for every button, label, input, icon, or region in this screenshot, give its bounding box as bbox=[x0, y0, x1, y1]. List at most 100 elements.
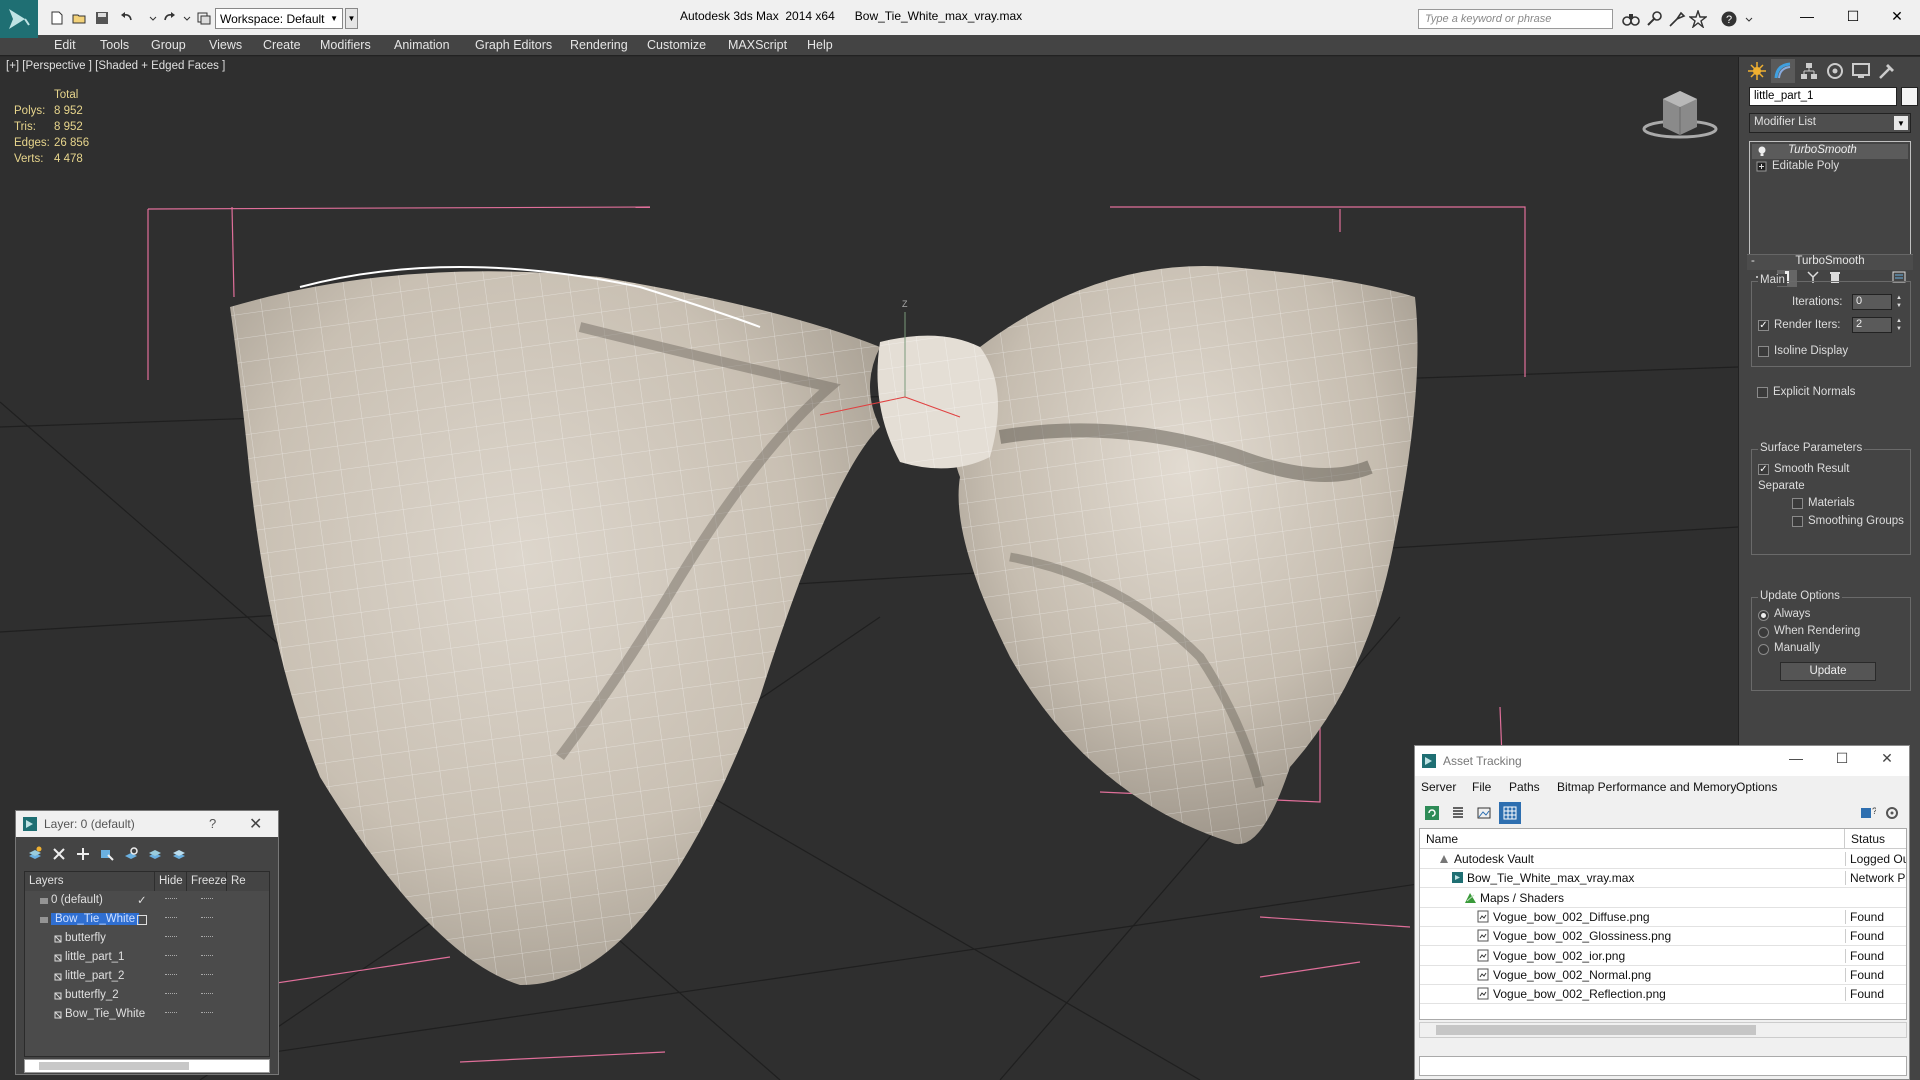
save-file-icon[interactable] bbox=[93, 9, 111, 27]
select-objects-button[interactable] bbox=[96, 843, 118, 865]
menu-group[interactable]: Group bbox=[151, 38, 186, 52]
asset-menu-server[interactable]: Server bbox=[1421, 780, 1456, 794]
freeze-toggle[interactable] bbox=[201, 993, 213, 996]
asset-row[interactable]: Autodesk Vault Logged Out bbox=[1420, 850, 1906, 869]
current-layer-box-icon[interactable] bbox=[137, 915, 147, 925]
table-view-button[interactable] bbox=[1499, 802, 1521, 824]
communication-center-icon[interactable] bbox=[1645, 10, 1663, 28]
thumbnail-view-button[interactable] bbox=[1473, 802, 1495, 824]
hide-toggle[interactable] bbox=[165, 936, 177, 939]
update-always-radio[interactable] bbox=[1758, 610, 1769, 621]
freeze-toggle[interactable] bbox=[201, 936, 213, 939]
object-name-field[interactable]: little_part_1 bbox=[1749, 87, 1897, 106]
asset-row[interactable]: Maps / Shaders bbox=[1420, 889, 1906, 908]
layer-row[interactable]: little_part_2 bbox=[25, 968, 269, 987]
tab-hierarchy[interactable] bbox=[1797, 59, 1821, 83]
isoline-display-checkbox[interactable] bbox=[1758, 346, 1769, 357]
spinner-arrows-icon[interactable]: ▲ ▼ bbox=[1894, 294, 1904, 310]
asset-menu-paths[interactable]: Paths bbox=[1509, 780, 1540, 794]
menu-graph-editors[interactable]: Graph Editors bbox=[475, 38, 552, 52]
turbosmooth-rollout-header[interactable]: - TurboSmooth bbox=[1747, 254, 1913, 270]
asset-menu-bitmap-performance[interactable]: Bitmap Performance and Memory bbox=[1557, 780, 1736, 794]
hide-all-button[interactable] bbox=[144, 843, 166, 865]
hide-toggle[interactable] bbox=[165, 898, 177, 901]
expand-plus-icon[interactable] bbox=[1756, 161, 1768, 173]
menu-rendering[interactable]: Rendering bbox=[570, 38, 628, 52]
freeze-toggle[interactable] bbox=[201, 1012, 213, 1015]
viewport-label-menu[interactable]: [+] [Perspective ] [Shaded + Edged Faces… bbox=[6, 60, 225, 72]
update-when-rendering-radio[interactable] bbox=[1758, 627, 1769, 638]
column-layers[interactable]: Layers bbox=[25, 872, 155, 891]
menu-edit[interactable]: Edit bbox=[54, 38, 76, 52]
hide-toggle[interactable] bbox=[165, 1012, 177, 1015]
spinner-arrows-icon[interactable]: ▲ ▼ bbox=[1894, 317, 1904, 333]
menu-modifiers[interactable]: Modifiers bbox=[320, 38, 371, 52]
new-file-icon[interactable] bbox=[48, 9, 66, 27]
create-layer-button[interactable] bbox=[24, 843, 46, 865]
asset-menu-options[interactable]: Options bbox=[1736, 780, 1777, 794]
workspace-select[interactable]: Workspace: Default ▼ bbox=[215, 8, 343, 29]
minimize-button[interactable]: — bbox=[1781, 750, 1811, 772]
layer-row[interactable]: butterfly bbox=[25, 930, 269, 949]
close-dialog-button[interactable]: ✕ bbox=[249, 814, 262, 834]
delete-layer-button[interactable] bbox=[48, 843, 70, 865]
column-render[interactable]: Re bbox=[227, 872, 269, 891]
asset-row[interactable]: Vogue_bow_002_Reflection.png Found bbox=[1420, 985, 1906, 1005]
column-status[interactable]: Status bbox=[1845, 829, 1906, 849]
satellite-icon[interactable] bbox=[1668, 10, 1686, 28]
modifier-list-dropdown[interactable]: Modifier List ▼ bbox=[1749, 113, 1911, 133]
highlight-selected-button[interactable] bbox=[120, 843, 142, 865]
tab-modify[interactable] bbox=[1771, 59, 1795, 83]
update-button[interactable]: Update bbox=[1780, 662, 1876, 681]
column-hide[interactable]: Hide bbox=[155, 872, 187, 891]
hide-toggle[interactable] bbox=[165, 917, 177, 920]
stack-item-editable-poly[interactable]: Editable Poly bbox=[1752, 160, 1908, 175]
iterations-spinner[interactable]: 0 bbox=[1852, 294, 1892, 310]
layer-horizontal-scrollbar[interactable] bbox=[24, 1059, 270, 1073]
undo-icon[interactable] bbox=[118, 9, 136, 27]
menu-help[interactable]: Help bbox=[807, 38, 833, 52]
freeze-toggle[interactable] bbox=[201, 898, 213, 901]
asset-row[interactable]: Vogue_bow_002_Normal.png Found bbox=[1420, 966, 1906, 985]
favorites-star-icon[interactable] bbox=[1688, 8, 1708, 30]
freeze-toggle[interactable] bbox=[201, 974, 213, 977]
column-name[interactable]: Name bbox=[1420, 829, 1845, 849]
lightbulb-icon[interactable] bbox=[1756, 145, 1768, 157]
project-folder-icon[interactable] bbox=[195, 9, 213, 27]
tab-display[interactable] bbox=[1849, 59, 1873, 83]
layer-row[interactable]: butterfly_2 bbox=[25, 987, 269, 1006]
asset-help-button[interactable]: ? bbox=[1857, 802, 1879, 824]
asset-dialog-titlebar[interactable]: Asset Tracking — ☐ ✕ bbox=[1415, 746, 1909, 776]
scroll-thumb[interactable] bbox=[1436, 1025, 1756, 1035]
scroll-thumb[interactable] bbox=[39, 1062, 189, 1070]
menu-create[interactable]: Create bbox=[263, 38, 301, 52]
layer-row[interactable]: little_part_1 bbox=[25, 949, 269, 968]
hide-toggle[interactable] bbox=[165, 993, 177, 996]
freeze-all-button[interactable] bbox=[168, 843, 190, 865]
menu-animation[interactable]: Animation bbox=[394, 38, 450, 52]
tab-motion[interactable] bbox=[1823, 59, 1847, 83]
close-window-button[interactable]: ✕ bbox=[1874, 0, 1920, 32]
refresh-button[interactable] bbox=[1421, 802, 1443, 824]
menu-maxscript[interactable]: MAXScript bbox=[728, 38, 787, 52]
asset-settings-button[interactable] bbox=[1881, 802, 1903, 824]
menu-customize[interactable]: Customize bbox=[647, 38, 706, 52]
object-color-swatch[interactable] bbox=[1901, 87, 1918, 106]
layer-row[interactable]: Bow_Tie_White bbox=[25, 1006, 269, 1025]
maximize-button[interactable]: ☐ bbox=[1827, 750, 1857, 772]
update-manually-radio[interactable] bbox=[1758, 644, 1769, 655]
search-input[interactable]: Type a keyword or phrase bbox=[1418, 9, 1613, 29]
render-iters-checkbox[interactable]: ✓ bbox=[1758, 320, 1769, 331]
redo-dropdown-icon[interactable] bbox=[178, 9, 196, 27]
menu-tools[interactable]: Tools bbox=[100, 38, 129, 52]
asset-row[interactable]: Vogue_bow_002_ior.png Found bbox=[1420, 947, 1906, 966]
list-view-button[interactable] bbox=[1447, 802, 1469, 824]
help-icon[interactable]: ? bbox=[1720, 10, 1738, 28]
maximize-button[interactable]: ☐ bbox=[1830, 0, 1876, 32]
asset-horizontal-scrollbar[interactable] bbox=[1419, 1022, 1907, 1038]
tab-create[interactable] bbox=[1745, 59, 1769, 83]
freeze-toggle[interactable] bbox=[201, 917, 213, 920]
current-layer-check-icon[interactable]: ✓ bbox=[137, 893, 147, 907]
smoothing-groups-checkbox[interactable] bbox=[1792, 516, 1803, 527]
binoculars-icon[interactable] bbox=[1622, 10, 1640, 28]
